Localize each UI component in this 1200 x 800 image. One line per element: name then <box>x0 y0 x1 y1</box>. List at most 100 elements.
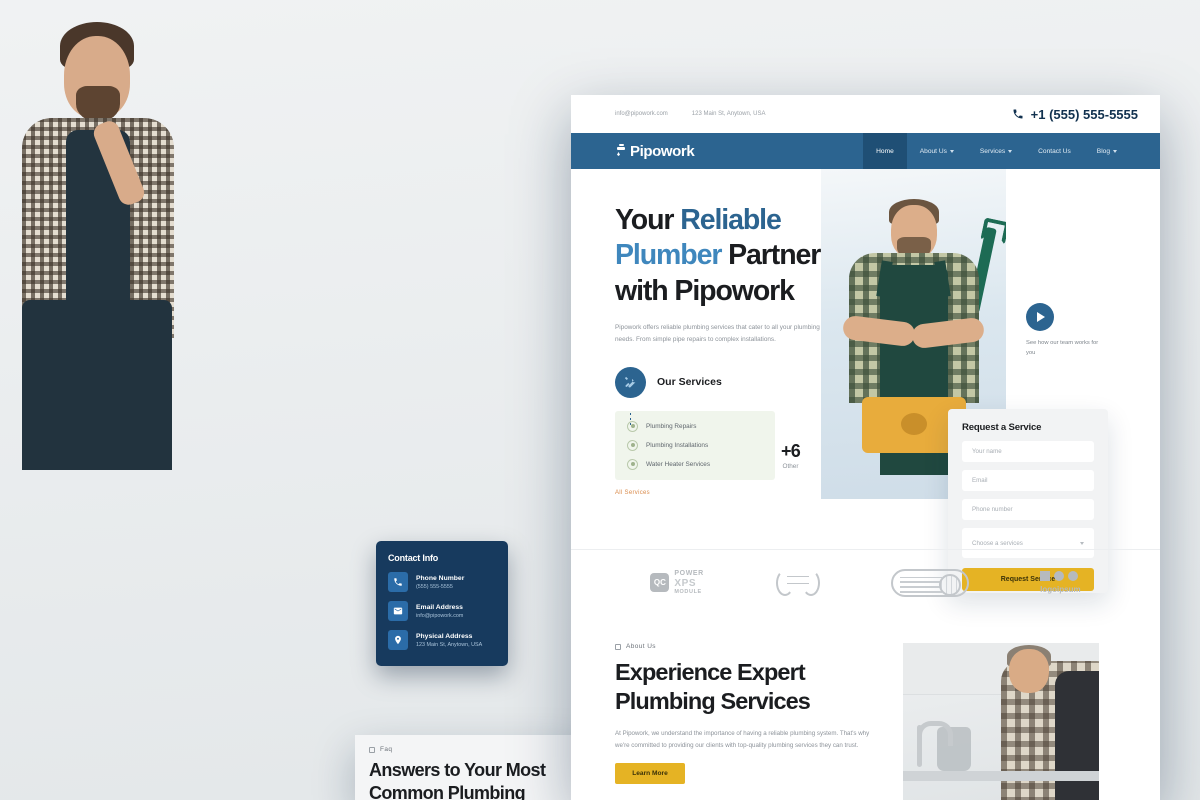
contact-info-card: Contact Info Phone Number (555) 555-5555… <box>376 541 508 666</box>
phone-input[interactable]: Phone number <box>962 499 1094 520</box>
nav-item-blog[interactable]: Blog <box>1084 133 1130 169</box>
hero-heading-part-1: Your <box>615 204 681 236</box>
faq-title-line-1: Answers to Your Most <box>369 760 546 780</box>
all-services-link[interactable]: All Services <box>615 490 865 496</box>
logo-line-1: POWER <box>674 569 704 577</box>
navbar-brand[interactable]: Pipowork <box>571 133 695 169</box>
name-input[interactable]: Your name <box>962 441 1094 462</box>
hero-heading-accent-1: Reliable <box>680 204 782 236</box>
navbar-brand-label: Pipowork <box>630 142 695 160</box>
check-circle-icon <box>627 458 638 470</box>
faucet-icon <box>615 144 626 158</box>
logo-line-3: MODULE <box>674 588 702 595</box>
hero-paragraph: Pipowork offers reliable plumbing servic… <box>615 323 820 343</box>
topbar-phone[interactable]: +1 (555) 555-5555 <box>1012 107 1138 122</box>
logoipsum-shapes-icon <box>1040 571 1080 581</box>
email-input[interactable]: Email <box>962 470 1094 491</box>
eyebrow-square-icon <box>615 643 621 650</box>
other-services-counter: +6 Other <box>781 441 801 470</box>
video-cta[interactable]: See how our team works for you <box>1026 303 1104 359</box>
logoipsum-label: logoipsum <box>1040 585 1081 594</box>
phone-icon <box>1013 109 1023 119</box>
about-paragraph: At Pipowork, we understand the importanc… <box>615 729 870 749</box>
hero-section: Your Reliable Plumber Partner with Pipow… <box>571 169 1160 593</box>
location-icon <box>388 630 408 650</box>
contact-info-key: Physical Address <box>416 632 473 640</box>
service-label: Plumbing Repairs <box>646 422 697 430</box>
service-label: Plumbing Installations <box>646 441 709 449</box>
nav-item-contact-us[interactable]: Contact Us <box>1025 133 1084 169</box>
contact-info-row: Phone Number (555) 555-5555 <box>388 572 496 592</box>
about-section: About Us Experience Expert Plumbing Serv… <box>571 615 1160 800</box>
envelope-icon <box>388 601 408 621</box>
homepage-mock: info@pipowork.com 123 Main St, Anytown, … <box>571 95 1160 800</box>
faq-eyebrow-label: Faq <box>380 746 393 753</box>
check-circle-icon <box>627 420 638 432</box>
nav-label: Services <box>979 147 1006 155</box>
logo-logoipsum: logoipsum <box>1040 571 1081 594</box>
site-navbar: Pipowork Home About Us Services Contact … <box>571 133 1160 169</box>
chevron-down-icon <box>949 149 954 153</box>
nav-item-about-us[interactable]: About Us <box>907 133 967 169</box>
logo-laurel-wreath-badge <box>775 568 821 598</box>
about-learn-more-button[interactable]: Learn More <box>615 763 685 785</box>
list-item[interactable]: Water Heater Services <box>627 458 763 470</box>
service-label: Water Heater Services <box>646 460 711 468</box>
contact-info-key: Email Address <box>416 603 463 611</box>
client-logos-strip: QC POWER XPS MODULE logoipsum <box>571 549 1160 615</box>
logo-line-2: XPS <box>674 577 697 589</box>
chevron-down-icon <box>1008 149 1013 153</box>
contact-info-value: 123 Main St, Anytown, USA <box>416 641 483 648</box>
logo-qc-power-xps-module: QC POWER XPS MODULE <box>650 570 703 595</box>
about-eyebrow-label: About Us <box>626 643 656 650</box>
hero-heading-accent-2: Plumber <box>615 239 722 272</box>
hero-copy: Your Reliable Plumber Partner with Pipow… <box>615 203 865 496</box>
hero-services-panel: Plumbing Repairs Plumbing Installations … <box>615 410 775 480</box>
contact-info-value: info@pipowork.com <box>416 612 464 619</box>
dotted-connector <box>630 413 631 427</box>
contact-info-row: Email Address info@pipowork.com <box>388 601 496 621</box>
hero-services-header: Our Services <box>615 366 865 398</box>
topbar-email[interactable]: info@pipowork.com <box>615 111 668 117</box>
faq-eyebrow: Faq <box>369 746 573 753</box>
about-title-line-1: Experience Expert <box>615 659 806 685</box>
about-title: Experience Expert Plumbing Services <box>615 658 885 717</box>
hero-heading: Your Reliable Plumber Partner with Pipow… <box>615 203 865 309</box>
request-form-title: Request a Service <box>962 422 1042 433</box>
faq-mock: Faq Answers to Your Most Common Plumbing <box>355 735 587 800</box>
list-item[interactable]: Plumbing Repairs <box>627 420 763 432</box>
video-caption: See how our team works for you <box>1026 340 1099 356</box>
other-services-label: Other <box>782 463 799 470</box>
eyebrow-square-icon <box>369 746 375 753</box>
phone-icon <box>388 572 408 592</box>
about-kitchen-photo <box>903 643 1099 800</box>
site-topbar: info@pipowork.com 123 Main St, Anytown, … <box>571 95 1160 133</box>
faq-title: Answers to Your Most Common Plumbing <box>369 759 573 800</box>
tools-icon <box>615 366 646 398</box>
hero-services-block: Our Services Plumbing Repairs Plumbing I… <box>615 366 865 496</box>
service-select-value: Choose a services <box>972 539 1023 547</box>
logo-oval-emblem <box>891 568 970 597</box>
list-item[interactable]: Plumbing Installations <box>627 439 763 451</box>
contact-info-value: (555) 555-5555 <box>416 583 453 590</box>
nav-label: Blog <box>1096 147 1110 155</box>
nav-label: Home <box>876 147 894 155</box>
topbar-address: 123 Main St, Anytown, USA <box>691 111 766 117</box>
contact-info-title: Contact Info <box>388 553 439 563</box>
nav-label: Contact Us <box>1038 147 1071 155</box>
nav-item-services[interactable]: Services <box>967 133 1025 169</box>
hero-services-title: Our Services <box>657 376 722 389</box>
chevron-down-icon <box>1080 541 1084 545</box>
about-title-line-2: Plumbing Services <box>615 688 811 715</box>
nav-label: About Us <box>919 147 947 155</box>
contact-info-row: Physical Address 123 Main St, Anytown, U… <box>388 630 496 650</box>
contact-info-key: Phone Number <box>416 574 465 582</box>
chevron-down-icon <box>1113 149 1117 153</box>
play-icon[interactable] <box>1026 303 1054 331</box>
hero-heading-part-3: Partner <box>721 239 821 272</box>
hero-heading-part-4: with Pipowork <box>615 274 795 307</box>
plumber-phone-photo <box>0 0 1200 800</box>
nav-item-home[interactable]: Home <box>863 133 907 169</box>
check-circle-icon <box>627 439 638 451</box>
topbar-phone-number: +1 (555) 555-5555 <box>1030 106 1138 122</box>
